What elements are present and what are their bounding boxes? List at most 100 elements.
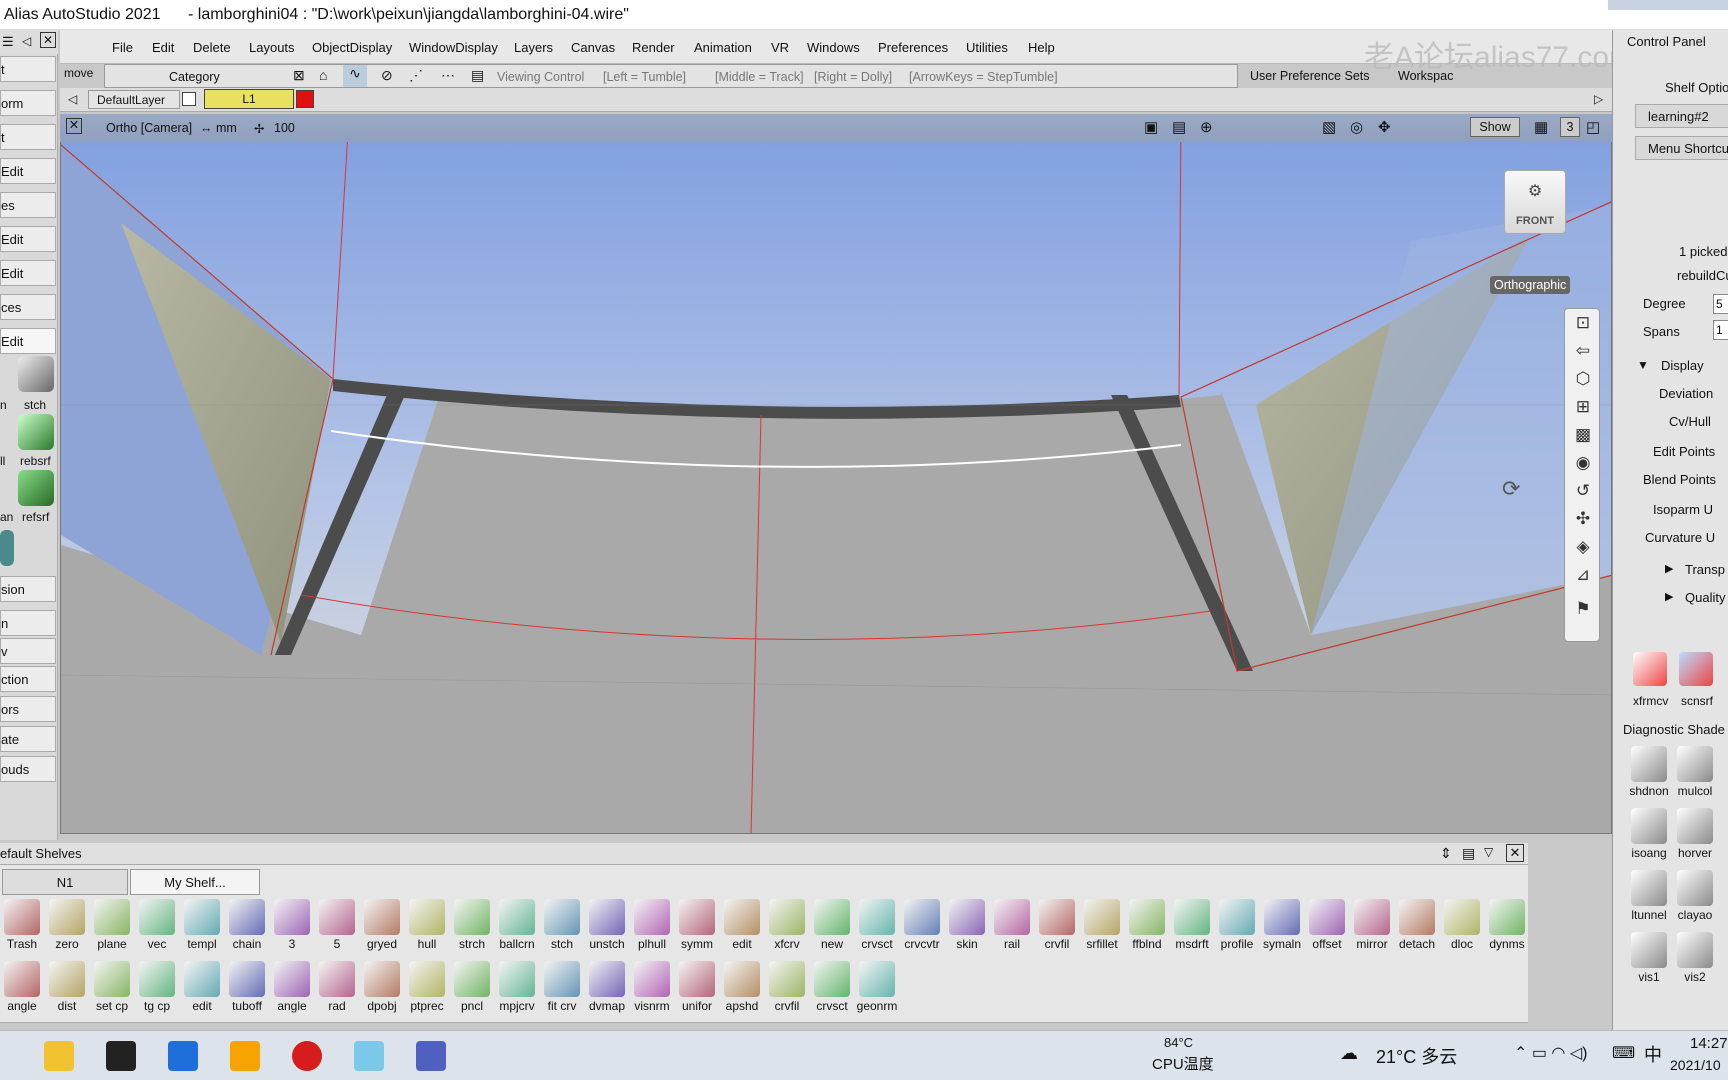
- workspace[interactable]: Workspac: [1398, 69, 1453, 83]
- default-layer[interactable]: DefaultLayer: [88, 90, 180, 109]
- zoom-icon[interactable]: ⊕: [1200, 118, 1213, 136]
- look-icon[interactable]: ◈: [1571, 537, 1595, 559]
- show-button[interactable]: Show: [1470, 117, 1520, 137]
- shelf-close-icon[interactable]: ✕: [1506, 844, 1524, 862]
- palette-btn[interactable]: ction: [0, 666, 56, 692]
- close-icon[interactable]: ✕: [40, 32, 56, 48]
- menu-animation[interactable]: Animation: [694, 40, 752, 55]
- quality-section[interactable]: Quality: [1685, 590, 1725, 605]
- shelf-tool[interactable]: Trash: [0, 899, 44, 961]
- shelf-tool[interactable]: dist: [45, 961, 89, 1023]
- shelf-tool[interactable]: skin: [945, 899, 989, 961]
- shelf-expand-icon[interactable]: ⇕: [1440, 845, 1452, 862]
- palette-btn[interactable]: es: [0, 192, 56, 218]
- palette-btn[interactable]: orm: [0, 90, 56, 116]
- palette-btn[interactable]: ate: [0, 726, 56, 752]
- user-preference-sets[interactable]: User Preference Sets: [1250, 69, 1370, 83]
- shelf-tool[interactable]: unifor: [675, 961, 719, 1023]
- transp-section[interactable]: Transp: [1685, 562, 1725, 577]
- shelf-tool[interactable]: chain: [225, 899, 269, 961]
- back-icon[interactable]: ⇦: [1571, 341, 1595, 363]
- shelf-tool[interactable]: detach: [1395, 899, 1439, 961]
- stitch-icon[interactable]: [18, 356, 54, 392]
- shelf-tool[interactable]: pncl: [450, 961, 494, 1023]
- shelf-tool[interactable]: mirror: [1350, 899, 1394, 961]
- menu-help[interactable]: Help: [1028, 40, 1055, 55]
- shelf-tool[interactable]: tg cp: [135, 961, 179, 1023]
- xfrmcv-icon[interactable]: [1633, 652, 1667, 686]
- rebuild-surface-icon[interactable]: [18, 414, 54, 450]
- diag-tool[interactable]: ltunnel: [1627, 870, 1671, 932]
- shelf-tool[interactable]: dynms: [1485, 899, 1529, 961]
- curve-snap-icon[interactable]: ∿: [343, 65, 367, 87]
- pick-icon[interactable]: ⌂: [319, 67, 327, 83]
- shelf-tool[interactable]: apshd: [720, 961, 764, 1023]
- diag-tool[interactable]: isoang: [1627, 808, 1671, 870]
- shelf-tool[interactable]: dpobj: [360, 961, 404, 1023]
- shelf-tool[interactable]: crvsct: [855, 899, 899, 961]
- menu-vr[interactable]: VR: [771, 40, 789, 55]
- palette-btn[interactable]: v: [0, 638, 56, 664]
- shelf-tool[interactable]: zero: [45, 899, 89, 961]
- grid-snap-icon[interactable]: ⊘: [381, 67, 393, 84]
- tab-n1[interactable]: N1: [2, 869, 128, 895]
- alias-icon[interactable]: [230, 1041, 260, 1071]
- diag-tool[interactable]: vis1: [1627, 932, 1671, 994]
- menu-utilities[interactable]: Utilities: [966, 40, 1008, 55]
- fit-icon[interactable]: ⊡: [1571, 313, 1595, 335]
- menu-preferences[interactable]: Preferences: [878, 40, 948, 55]
- menu-windows[interactable]: Windows: [807, 40, 860, 55]
- expand-icon[interactable]: ▼: [1637, 358, 1649, 372]
- shelf-tool[interactable]: offset: [1305, 899, 1349, 961]
- clear-icon[interactable]: ⊠: [293, 67, 305, 84]
- shelf-tool[interactable]: ptprec: [405, 961, 449, 1023]
- shelf-tool[interactable]: dloc: [1440, 899, 1484, 961]
- view-cube[interactable]: ⚙ FRONT: [1504, 170, 1568, 260]
- diag-tool[interactable]: horver: [1673, 808, 1717, 870]
- shelf-tool[interactable]: edit: [180, 961, 224, 1023]
- menu-layouts[interactable]: Layouts: [249, 40, 295, 55]
- shelf-tool[interactable]: tuboff: [225, 961, 269, 1023]
- palette-btn[interactable]: t: [0, 124, 56, 150]
- layout-icon[interactable]: ▦: [1534, 118, 1548, 136]
- pan-view-icon[interactable]: ✣: [1571, 509, 1595, 531]
- menu-canvas[interactable]: Canvas: [571, 40, 615, 55]
- frame-icon[interactable]: ▤: [1172, 118, 1186, 136]
- autodesk-icon[interactable]: [416, 1041, 446, 1071]
- shelf-tool[interactable]: profile: [1215, 899, 1259, 961]
- cube-icon[interactable]: ⬡: [1571, 369, 1595, 391]
- palette-btn[interactable]: ces: [0, 294, 56, 320]
- viewing-icon[interactable]: ▤: [471, 67, 484, 84]
- mail-icon[interactable]: [168, 1041, 198, 1071]
- tool-icon[interactable]: [0, 530, 14, 566]
- viewport-close-icon[interactable]: ✕: [66, 118, 82, 134]
- more-icon[interactable]: ⋯: [441, 67, 455, 84]
- shelf-tool[interactable]: crvfil: [765, 961, 809, 1023]
- menu-delete[interactable]: Delete: [193, 40, 231, 55]
- layer-color-white[interactable]: [182, 92, 196, 106]
- tray-icons[interactable]: ⌃ ▭ ◠ ◁): [1514, 1043, 1587, 1063]
- orbit-icon[interactable]: ◉: [1571, 453, 1595, 475]
- shelf-tool[interactable]: rad: [315, 961, 359, 1023]
- palette-btn[interactable]: n: [0, 610, 56, 636]
- camera-icon[interactable]: ▣: [1144, 118, 1158, 136]
- shelf-tool[interactable]: rail: [990, 899, 1034, 961]
- shelf-tool[interactable]: stch: [540, 899, 584, 961]
- spans-field[interactable]: 1: [1713, 320, 1728, 340]
- photos-icon[interactable]: [354, 1041, 384, 1071]
- shelf-tool[interactable]: ballcrn: [495, 899, 539, 961]
- shelf-tool[interactable]: fit crv: [540, 961, 584, 1023]
- shelf-tool[interactable]: xfcrv: [765, 899, 809, 961]
- palette-btn[interactable]: Edit: [0, 260, 56, 286]
- shelf-tool[interactable]: unstch: [585, 899, 629, 961]
- palette-btn[interactable]: sion: [0, 576, 56, 602]
- menu-objectdisplay[interactable]: ObjectDisplay: [312, 40, 392, 55]
- degree-field[interactable]: 5: [1713, 294, 1728, 314]
- shelf-tool[interactable]: srfillet: [1080, 899, 1124, 961]
- frame-all-icon[interactable]: ⊞: [1571, 397, 1595, 419]
- collapse-icon[interactable]: ◁: [22, 34, 31, 48]
- point-snap-icon[interactable]: ⋰: [409, 67, 423, 84]
- undo-view-icon[interactable]: ↺: [1571, 481, 1595, 503]
- palette-btn[interactable]: ors: [0, 696, 56, 722]
- shelf-tool[interactable]: angle: [0, 961, 44, 1023]
